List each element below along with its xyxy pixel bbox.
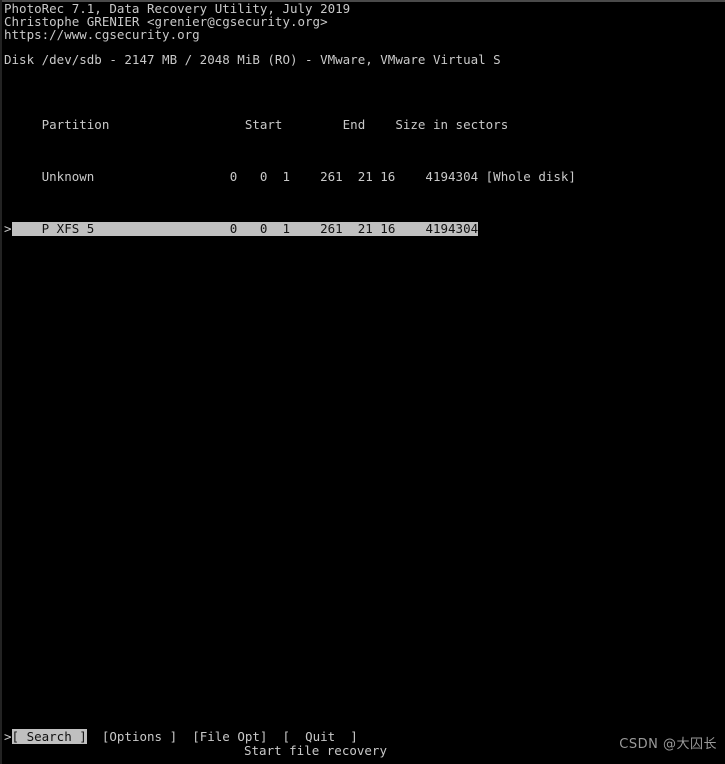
menu-gap-1	[87, 729, 102, 744]
menu-gap-3	[267, 729, 282, 744]
table-row[interactable]: Unknown 0 0 1 261 21 16 4194304 [Whole d…	[4, 170, 576, 183]
table-row-selected[interactable]: > P XFS 5 0 0 1 261 21 16 4194304	[4, 222, 576, 236]
photorec-terminal: PhotoRec 7.1, Data Recovery Utility, Jul…	[0, 0, 725, 764]
app-url-line: https://www.cgsecurity.org	[4, 27, 200, 42]
csdn-watermark: CSDN @大囚长	[619, 737, 717, 752]
row-selection-marker: >	[4, 221, 12, 236]
row-partition-label: P XFS 5	[11, 221, 95, 236]
quit-button[interactable]: [ Quit ]	[283, 729, 358, 744]
options-button[interactable]: [Options ]	[102, 729, 177, 744]
row-geometry-and-size: 0 0 1 261 21 16 4194304	[94, 221, 479, 236]
menu-hint-text: Start file recovery	[244, 743, 387, 758]
menu-gap-2	[177, 729, 192, 744]
search-button[interactable]: [ Search ]	[11, 729, 87, 744]
disk-info-line: Disk /dev/sdb - 2147 MB / 2048 MiB (RO) …	[4, 52, 501, 67]
file-opt-button[interactable]: [File Opt]	[192, 729, 267, 744]
partition-table: Partition Start End Size in sectors Unkn…	[4, 79, 576, 275]
window-left-edge	[0, 0, 2, 764]
menu-bar: >[ Search ] [Options ] [File Opt] [ Quit…	[4, 729, 358, 744]
partition-table-header: Partition Start End Size in sectors	[4, 117, 509, 132]
row-selected-text: P XFS 5 0 0 1 261 21 16 4194304	[11, 221, 479, 236]
menu-selection-marker: >	[4, 729, 12, 744]
